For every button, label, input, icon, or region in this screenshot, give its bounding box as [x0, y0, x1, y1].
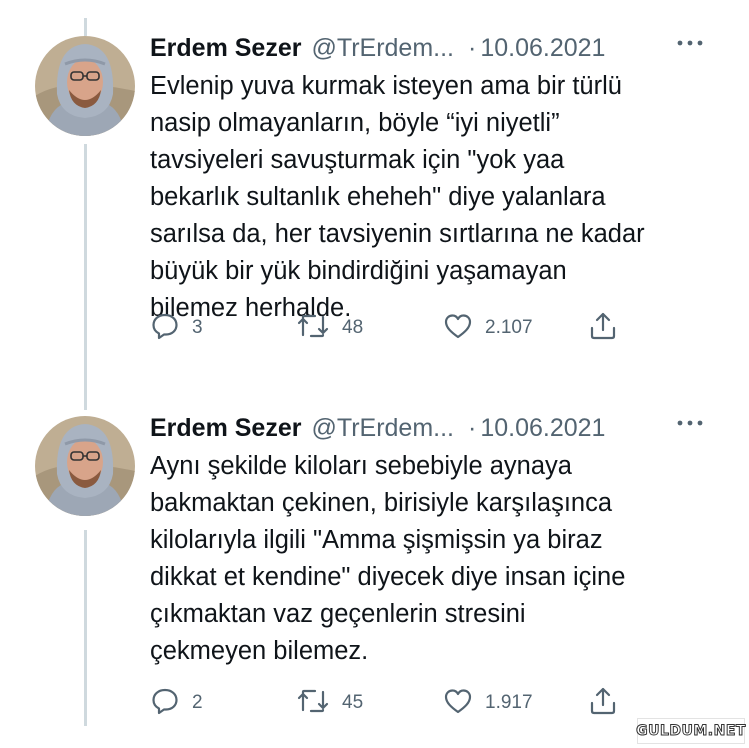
- site-watermark: GULDUM.NET: [636, 718, 746, 744]
- tweet-text-line: dikkat et kendine" diyecek diye insan iç…: [150, 563, 626, 591]
- thread-line: [84, 144, 87, 410]
- tweet-text-line: çıkmaktan vaz geçenlerin stresini: [150, 600, 526, 628]
- thread-line: [84, 18, 87, 36]
- author-name[interactable]: Erdem Sezer: [150, 34, 301, 63]
- tweet-thread-page: Erdem Sezer @TrErdem... · 10.06.2021 Evl…: [0, 0, 749, 748]
- more-icon[interactable]: [675, 36, 705, 50]
- tweet-date[interactable]: 10.06.2021: [480, 34, 605, 63]
- like-icon: [443, 311, 473, 346]
- tweet-text-line: büyük bir yük bindirdiğini yaşamayan: [150, 257, 567, 285]
- tweet-text-line: kilolarıyla ilgili "Amma şişmişsin ya bi…: [150, 526, 603, 554]
- more-icon[interactable]: [675, 416, 705, 430]
- tweet-content: Erdem Sezer @TrErdem... · 10.06.2021 Evl…: [150, 30, 725, 327]
- tweet-text-line: sarılsa da, her tavsiyenin sırtlarına ne…: [150, 220, 645, 248]
- reply-icon: [150, 311, 180, 346]
- tweet-text-line: bakmaktan çekinen, birisiyle karşılaşınc…: [150, 489, 613, 517]
- retweet-count: 48: [342, 317, 364, 338]
- tweet-text-line: bilemez herhalde.: [150, 294, 352, 322]
- tweet-text-line: Aynı şekilde kiloları sebebiyle aynaya: [150, 452, 572, 480]
- like-button[interactable]: 1.917: [443, 688, 533, 718]
- avatar[interactable]: [35, 36, 135, 136]
- reply-button[interactable]: 2: [150, 688, 203, 718]
- retweet-button[interactable]: 45: [296, 688, 363, 718]
- reply-icon: [150, 686, 180, 721]
- reply-button[interactable]: 3: [150, 313, 203, 343]
- author-name[interactable]: Erdem Sezer: [150, 414, 301, 443]
- share-button[interactable]: [588, 311, 618, 346]
- tweet-date[interactable]: 10.06.2021: [480, 414, 605, 443]
- separator-dot: ·: [468, 33, 477, 62]
- share-icon: [588, 311, 618, 346]
- reply-count: 2: [192, 692, 203, 713]
- like-button[interactable]: 2.107: [443, 313, 533, 343]
- retweet-count: 45: [342, 692, 364, 713]
- retweet-icon: [296, 686, 330, 721]
- separator-dot: ·: [468, 413, 477, 442]
- watermark-text: GULDUM.NET: [636, 723, 746, 740]
- tweet-text-line: çekmeyen bilemez.: [150, 637, 369, 665]
- tweet-text-line: bekarlık sultanlık eheheh" diye yalanlar…: [150, 183, 606, 211]
- share-icon: [588, 686, 618, 721]
- author-handle[interactable]: @TrErdem...: [311, 414, 454, 443]
- like-count: 2.107: [485, 317, 533, 338]
- tweet-text: Aynı şekilde kiloları sebebiyle aynaya b…: [150, 448, 725, 670]
- tweet-text-line: Evlenip yuva kurmak isteyen ama bir türl…: [150, 72, 622, 100]
- retweet-button[interactable]: 48: [296, 313, 363, 343]
- share-button[interactable]: [588, 686, 618, 721]
- reply-count: 3: [192, 317, 203, 338]
- tweet-header: Erdem Sezer @TrErdem... · 10.06.2021: [150, 30, 725, 66]
- like-count: 1.917: [485, 692, 533, 713]
- retweet-icon: [296, 311, 330, 346]
- thread-line: [84, 530, 87, 726]
- tweet-header: Erdem Sezer @TrErdem... · 10.06.2021: [150, 410, 725, 446]
- tweet-text-line: tavsiyeleri savuşturmak için "yok yaa: [150, 146, 565, 174]
- tweet-text-line: nasip olmayanların, böyle “iyi niyetli”: [150, 109, 560, 137]
- author-handle[interactable]: @TrErdem...: [311, 34, 454, 63]
- avatar[interactable]: [35, 416, 135, 516]
- tweet-content: Erdem Sezer @TrErdem... · 10.06.2021 Ayn…: [150, 410, 725, 670]
- like-icon: [443, 686, 473, 721]
- tweet-text: Evlenip yuva kurmak isteyen ama bir türl…: [150, 68, 725, 327]
